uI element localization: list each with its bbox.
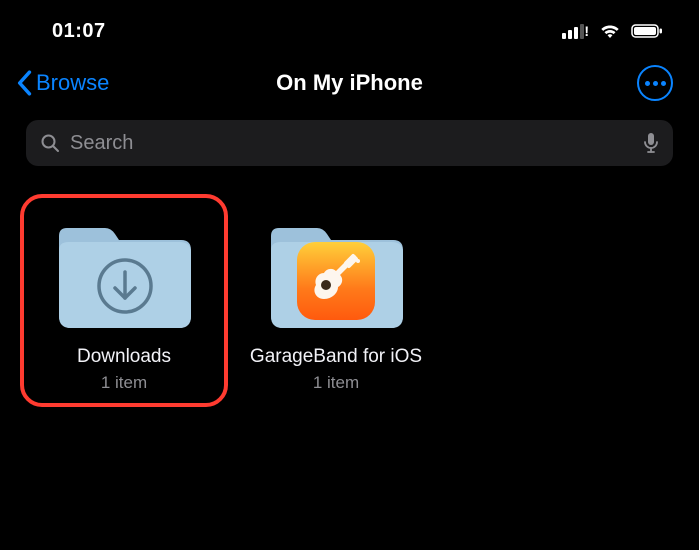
folder-label: GarageBand for iOS (250, 346, 422, 369)
folder-label: Downloads (77, 346, 171, 369)
cellular-signal-icon: ! (562, 23, 589, 39)
folder-icon (49, 216, 199, 336)
back-label: Browse (36, 70, 109, 96)
folder-subtitle: 1 item (101, 373, 147, 393)
ellipsis-icon (645, 81, 666, 86)
search-input[interactable] (70, 132, 633, 155)
wifi-icon (599, 23, 621, 39)
microphone-icon[interactable] (643, 132, 659, 154)
search-bar[interactable] (26, 120, 673, 166)
page-title: On My iPhone (276, 70, 423, 96)
navigation-bar: Browse On My iPhone (0, 56, 699, 114)
chevron-left-icon (16, 70, 32, 96)
more-options-button[interactable] (637, 65, 673, 101)
folder-downloads[interactable]: Downloads 1 item (34, 216, 214, 393)
back-button[interactable]: Browse (16, 70, 109, 96)
status-time: 01:07 (52, 20, 106, 43)
search-icon (40, 133, 60, 153)
folder-subtitle: 1 item (313, 373, 359, 393)
garageband-app-icon (297, 242, 375, 320)
battery-icon (631, 24, 663, 38)
folder-grid: Downloads 1 item Gar (0, 166, 699, 393)
folder-icon (261, 216, 411, 336)
folder-garageband[interactable]: GarageBand for iOS 1 item (246, 216, 426, 393)
status-icons: ! (562, 23, 663, 39)
status-bar: 01:07 ! (0, 0, 699, 56)
